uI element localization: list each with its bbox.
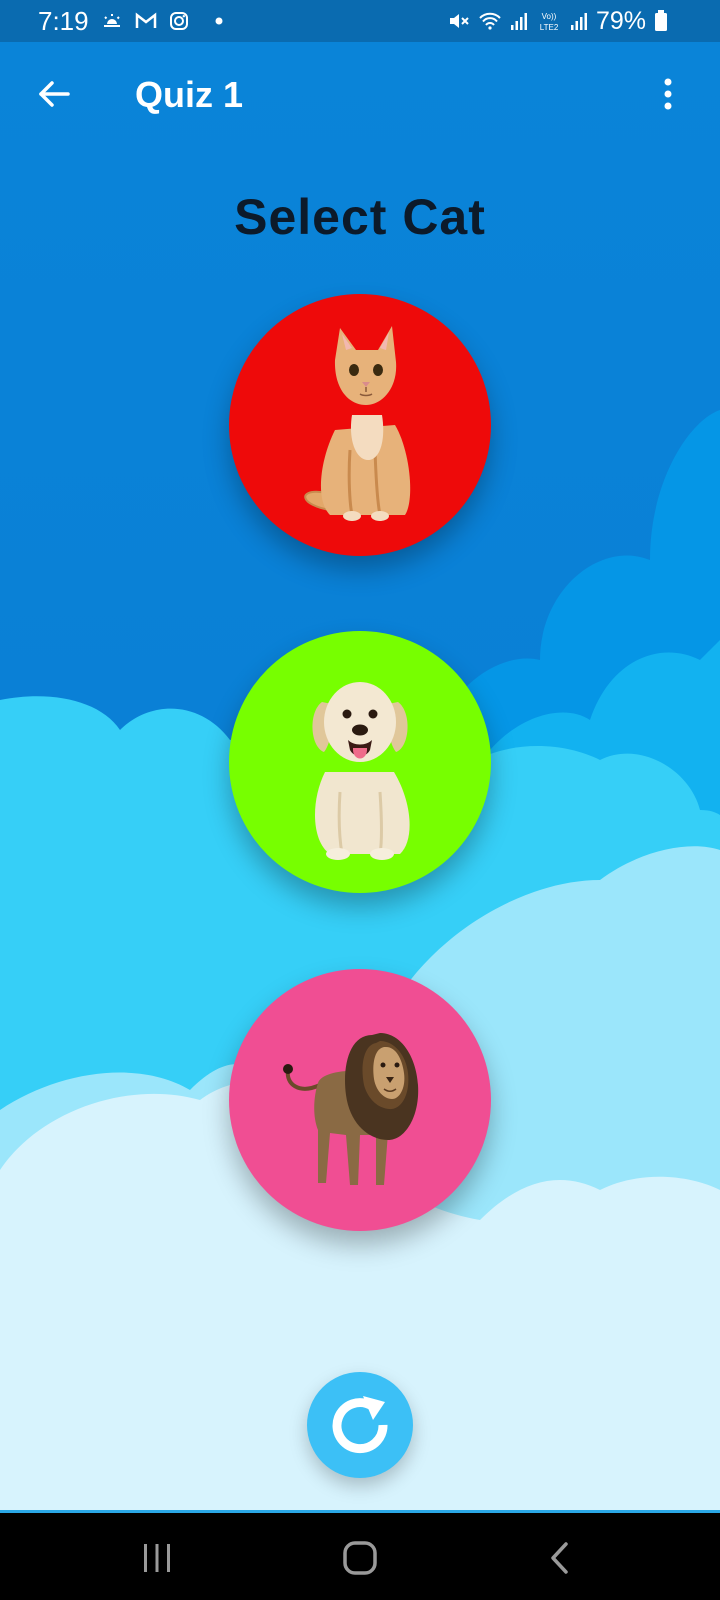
dog-image	[312, 682, 410, 860]
app-bar: Quiz 1	[0, 42, 720, 154]
back-button[interactable]	[30, 70, 78, 118]
back-icon	[551, 1542, 568, 1574]
status-right: Vo)) LTE2 79%	[448, 7, 720, 36]
nav-home-button[interactable]	[300, 1513, 420, 1600]
home-icon	[343, 1541, 377, 1575]
option-lion-button[interactable]	[191, 931, 529, 1269]
status-time: 7:19	[38, 5, 89, 36]
status-bar: 7:19 Vo)) LTE2 79%	[0, 0, 720, 42]
status-left: 7:19	[0, 6, 448, 37]
page-title: Quiz 1	[135, 74, 244, 115]
more-options-button[interactable]	[648, 70, 688, 118]
more-vertical-icon	[664, 78, 672, 110]
refresh-icon	[332, 1396, 388, 1454]
instagram-icon	[169, 11, 189, 31]
nav-recents-button[interactable]	[97, 1513, 217, 1600]
quiz-screen: 7:19 Vo)) LTE2 79% Quiz 1 Select Cat	[0, 0, 720, 1600]
svg-text:Vo)): Vo))	[542, 12, 557, 21]
gmail-icon	[135, 12, 157, 30]
battery-percent: 79%	[595, 6, 646, 35]
dot-icon	[215, 17, 223, 25]
mute-icon	[448, 11, 470, 31]
weather-icon	[101, 12, 123, 30]
option-cat-button[interactable]	[191, 256, 529, 594]
option-dog-button[interactable]	[191, 593, 529, 931]
recents-icon	[144, 1544, 170, 1572]
question-text: Select Cat	[234, 189, 486, 245]
nav-back-button[interactable]	[500, 1513, 620, 1600]
arrow-left-icon	[39, 81, 70, 107]
volte-lte2-icon: Vo)) LTE2	[536, 10, 562, 32]
refresh-button[interactable]	[307, 1372, 413, 1478]
battery-icon	[654, 10, 668, 32]
cat-image	[304, 326, 411, 521]
signal-icon	[570, 11, 588, 31]
signal-icon	[510, 11, 528, 31]
svg-text:LTE2: LTE2	[540, 23, 559, 32]
lion-image	[283, 1033, 419, 1185]
system-nav-bar	[0, 1510, 720, 1600]
wifi-icon	[478, 11, 502, 31]
